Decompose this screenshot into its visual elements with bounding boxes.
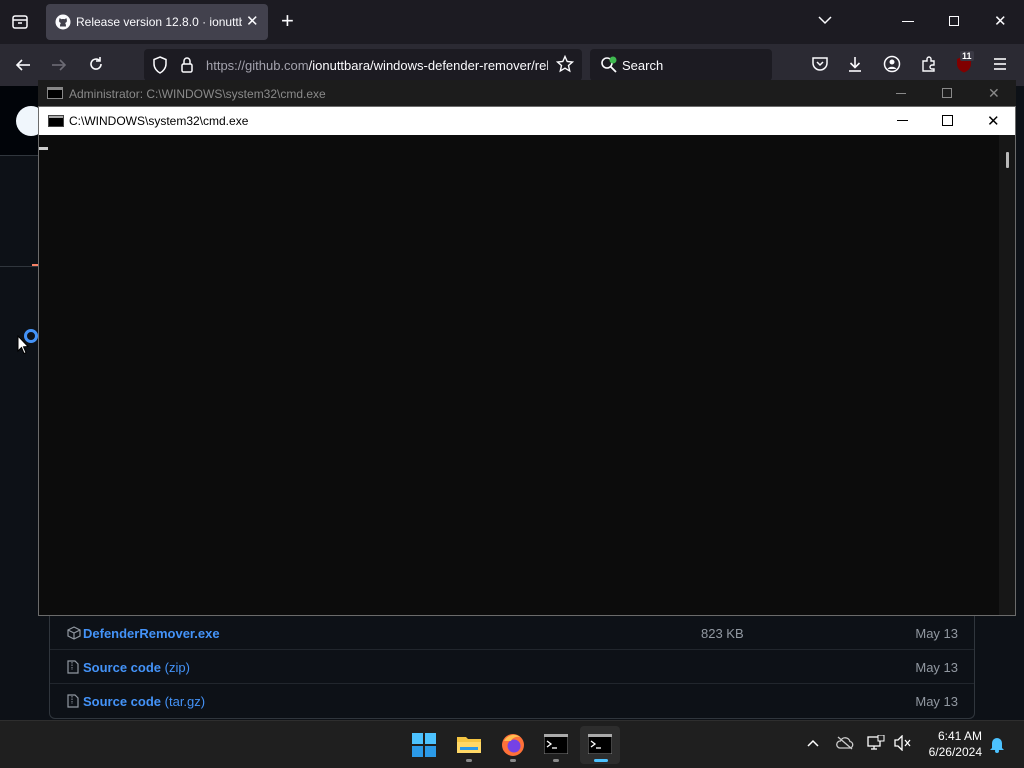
close-icon[interactable]: ✕: [987, 112, 1000, 130]
terminal-icon: [588, 734, 612, 754]
running-indicator: [510, 759, 516, 762]
minimize-icon[interactable]: [897, 120, 908, 121]
admin-cmd-window-titlebar[interactable]: Administrator: C:\WINDOWS\system32\cmd.e…: [38, 80, 1016, 106]
maximize-icon[interactable]: [942, 88, 952, 98]
asset-link[interactable]: DefenderRemover.exe: [83, 626, 220, 641]
taskbar: [0, 720, 1024, 768]
vertical-scrollbar[interactable]: [999, 135, 1015, 615]
release-assets-list: DefenderRemover.exe 823 KB May 13 Source…: [49, 616, 975, 719]
text-cursor: [39, 147, 48, 150]
restore-icon[interactable]: [949, 16, 959, 26]
search-bar[interactable]: Search: [590, 49, 772, 81]
asset-date: May 13: [915, 660, 958, 675]
tracking-protection-shield-icon[interactable]: [152, 56, 168, 74]
mouse-pointer-icon: [17, 335, 29, 355]
downloads-icon[interactable]: [846, 55, 864, 73]
new-tab-icon[interactable]: +: [281, 10, 294, 32]
maximize-icon[interactable]: [942, 115, 953, 126]
asset-sub: (zip): [161, 660, 190, 675]
list-all-tabs-icon[interactable]: [817, 14, 833, 26]
taskbar-firefox[interactable]: [493, 726, 533, 764]
search-engine-icon: [600, 56, 618, 74]
asset-row[interactable]: Source code (tar.gz) May 13: [50, 684, 974, 718]
firefox-icon: [502, 734, 524, 756]
folder-icon: [457, 737, 481, 753]
start-button[interactable]: [404, 726, 444, 764]
windows-logo-icon: [412, 733, 436, 757]
window-title: C:\WINDOWS\system32\cmd.exe: [69, 114, 249, 128]
asset-row[interactable]: Source code (zip) May 13: [50, 650, 974, 684]
reload-icon[interactable]: [87, 55, 105, 73]
cmd-app-icon: [47, 87, 63, 99]
asset-date: May 13: [915, 626, 958, 641]
close-tab-icon[interactable]: ✕: [246, 14, 259, 30]
show-hidden-icons-chevron-icon[interactable]: [806, 738, 820, 748]
extensions-icon[interactable]: [920, 55, 938, 73]
console-area[interactable]: [39, 135, 999, 615]
minimize-icon[interactable]: [902, 21, 914, 22]
asset-sub: (tar.gz): [161, 694, 206, 709]
url-host: https://github.com: [206, 58, 309, 73]
taskbar-cmd-admin[interactable]: [536, 726, 576, 764]
asset-name: Source code: [83, 694, 162, 709]
network-icon[interactable]: [867, 735, 885, 751]
cmd-window: C:\WINDOWS\system32\cmd.exe ✕: [38, 106, 1016, 616]
clock-time[interactable]: 6:41 AM: [922, 729, 982, 743]
onedrive-offline-icon[interactable]: [836, 736, 854, 750]
running-indicator: [553, 759, 559, 762]
asset-name: Source code: [83, 660, 162, 675]
minimize-icon[interactable]: [896, 93, 906, 94]
github-header: [0, 86, 46, 156]
github-favicon-icon: [55, 14, 71, 30]
taskbar-file-explorer[interactable]: [449, 726, 489, 764]
notifications-bell-icon[interactable]: [989, 735, 1005, 753]
account-icon[interactable]: [883, 55, 901, 73]
pocket-icon[interactable]: [811, 56, 829, 72]
clock-date[interactable]: 6/26/2024: [914, 745, 982, 759]
file-zip-icon: [67, 694, 79, 708]
back-icon[interactable]: [14, 56, 32, 74]
asset-size: 823 KB: [701, 626, 744, 641]
url-path: /ionuttbara/windows-defender-remover/rel…: [308, 58, 548, 73]
close-icon[interactable]: ✕: [988, 85, 1000, 102]
file-zip-icon: [67, 660, 79, 674]
header-divider: [0, 155, 40, 156]
tab-overview-icon[interactable]: [10, 12, 30, 32]
forward-icon[interactable]: [50, 56, 68, 74]
bookmark-star-icon[interactable]: [556, 55, 574, 73]
url-bar[interactable]: https://github.com/ionuttbara/windows-de…: [144, 49, 582, 81]
close-window-icon[interactable]: ✕: [994, 12, 1007, 30]
asset-link[interactable]: Source code (tar.gz): [83, 694, 205, 709]
running-indicator: [466, 759, 472, 762]
lock-icon[interactable]: [180, 56, 194, 74]
browser-tab-active[interactable]: Release version 12.8.0 · ionuttbara/wind…: [46, 4, 268, 40]
asset-row[interactable]: DefenderRemover.exe 823 KB May 13: [50, 616, 974, 650]
section-divider: [0, 266, 40, 267]
volume-muted-icon[interactable]: [894, 735, 912, 751]
cmd-app-icon: [48, 115, 64, 127]
taskbar-cmd[interactable]: [580, 726, 620, 764]
running-indicator: [594, 759, 608, 762]
asset-date: May 13: [915, 694, 958, 709]
tab-title: Release version 12.8.0 · ionuttbara/wind…: [76, 15, 242, 29]
browser-tab-bar: Release version 12.8.0 · ionuttbara/wind…: [0, 0, 1024, 44]
app-menu-icon[interactable]: [992, 57, 1008, 71]
asset-name: DefenderRemover.exe: [83, 626, 220, 641]
asset-link[interactable]: Source code (zip): [83, 660, 190, 675]
cmd-window-titlebar[interactable]: C:\WINDOWS\system32\cmd.exe ✕: [39, 107, 1015, 135]
ublock-count-badge: 11: [960, 51, 974, 61]
url-text[interactable]: https://github.com/ionuttbara/windows-de…: [206, 58, 548, 73]
terminal-icon: [544, 734, 568, 754]
scroll-thumb[interactable]: [1006, 152, 1009, 168]
package-icon: [67, 626, 81, 640]
search-placeholder: Search: [622, 58, 664, 73]
window-title: Administrator: C:\WINDOWS\system32\cmd.e…: [69, 87, 326, 101]
